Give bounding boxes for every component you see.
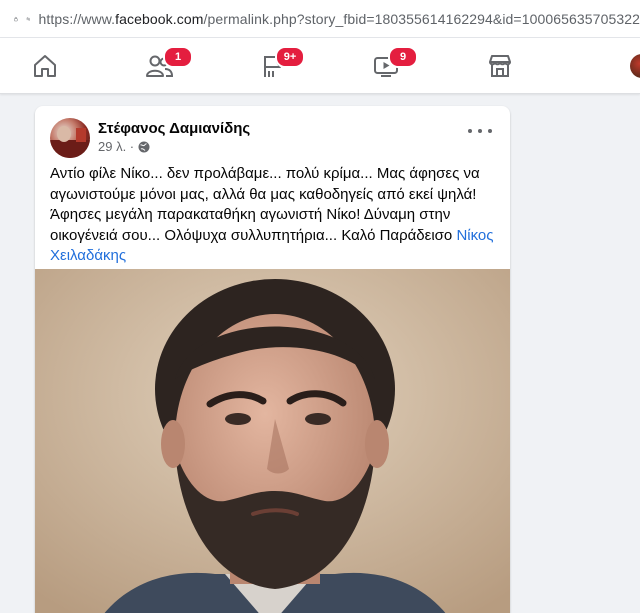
- profile-avatar[interactable]: [630, 54, 640, 78]
- watch-badge: 9: [388, 46, 418, 68]
- site-settings-icon[interactable]: [26, 11, 31, 27]
- url-path: /permalink.php?story_fbid=18035561416229…: [203, 10, 640, 27]
- url-host: facebook.com: [115, 10, 204, 27]
- lock-icon[interactable]: [14, 10, 18, 28]
- more-options-button[interactable]: [468, 124, 492, 138]
- marketplace-tab[interactable]: [486, 52, 514, 80]
- post-meta: 29 λ. ·: [98, 139, 150, 154]
- watch-tab[interactable]: 9: [372, 46, 418, 80]
- dot-icon: [488, 129, 492, 133]
- dot-icon: [468, 129, 472, 133]
- post-card: Στέφανος Δαμιανίδης 29 λ. · Αντίο φίλε Ν…: [35, 106, 510, 613]
- pages-badge: 9+: [275, 46, 305, 68]
- author-avatar[interactable]: [50, 118, 90, 158]
- url-prefix: https://www.: [38, 10, 116, 27]
- post-author-name[interactable]: Στέφανος Δαμιανίδης: [98, 120, 250, 137]
- marketplace-icon: [489, 55, 511, 77]
- post-body: Αντίο φίλε Νίκο... δεν προλάβαμε... πολύ…: [50, 164, 500, 267]
- address-bar[interactable]: https://www.facebook.com/permalink.php?s…: [0, 0, 640, 38]
- post-text: Αντίο φίλε Νίκο... δεν προλάβαμε... πολύ…: [50, 165, 480, 244]
- url-text[interactable]: https://www.facebook.com/permalink.php?s…: [38, 11, 640, 27]
- dot-icon: [478, 129, 482, 133]
- globe-icon[interactable]: [138, 141, 150, 153]
- home-tab[interactable]: [31, 52, 59, 80]
- post-time[interactable]: 29 λ. ·: [98, 139, 134, 154]
- friends-tab[interactable]: 1: [145, 46, 193, 80]
- pages-tab[interactable]: 9+: [259, 46, 305, 80]
- post-photo[interactable]: [35, 269, 510, 613]
- facebook-nav-bar: 1 9+ 9: [0, 38, 640, 94]
- home-icon: [34, 55, 56, 77]
- friends-badge: 1: [163, 46, 193, 68]
